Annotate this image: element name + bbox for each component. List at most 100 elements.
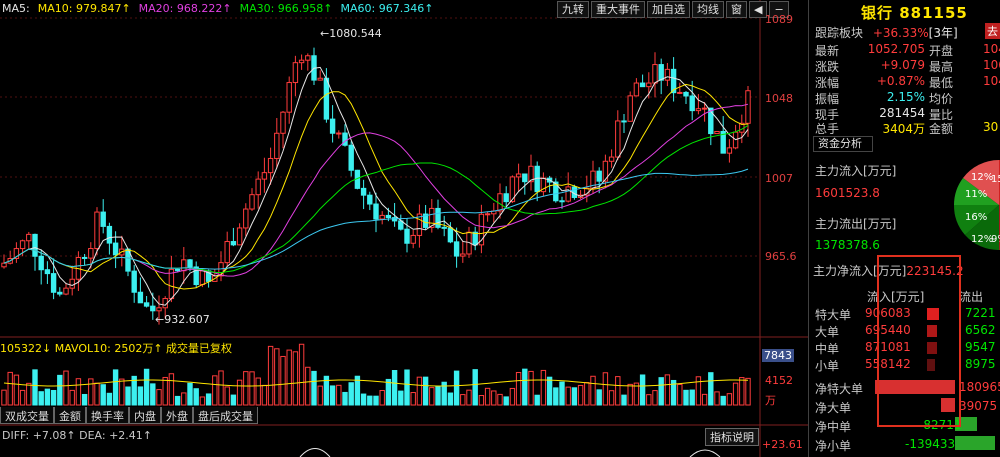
- volume-bar: [695, 376, 702, 406]
- window-button[interactable]: 窗: [726, 1, 747, 18]
- volume-bar: [565, 386, 571, 406]
- volume-bar: [236, 379, 243, 406]
- volume-bar: [94, 382, 100, 406]
- volume-bar: [292, 351, 299, 406]
- volume-bar: [534, 394, 540, 406]
- candle-body: [156, 307, 162, 312]
- volume-bar: [484, 387, 491, 406]
- candle-body: [652, 64, 658, 84]
- volume-bar: [187, 382, 193, 406]
- volume-bar: [522, 368, 528, 406]
- volume-bar: [515, 372, 522, 406]
- volume-bar: [627, 383, 633, 406]
- volume-bar: [540, 369, 547, 406]
- candle-body: [168, 268, 175, 300]
- volume-bar: [732, 382, 739, 406]
- tab-turnover[interactable]: 换手率: [86, 407, 129, 424]
- volume-bar: [329, 385, 336, 406]
- candle-body: [453, 241, 460, 257]
- net-row-xl: 净特大单180965: [815, 380, 1000, 396]
- net-row-m: 净中单 -82711: [815, 418, 962, 434]
- volume-bar: [174, 395, 181, 406]
- volume-bar: [336, 384, 342, 406]
- volume-bar: [119, 378, 125, 406]
- kline-chart-area[interactable]: MA5: MA10: 979.847↑ MA20: 968.222↑ MA30: 96…: [0, 0, 808, 457]
- moving-average-line: [3, 66, 749, 306]
- candle-body: [267, 157, 274, 174]
- volume-bar: [639, 374, 646, 406]
- volume-bar: [429, 387, 435, 406]
- candle-body: [367, 194, 373, 205]
- volume-bar: [205, 393, 212, 406]
- main-outflow-value: 1378378.6: [815, 238, 880, 252]
- capital-analysis-tab[interactable]: 资金分析: [813, 136, 873, 152]
- tab-after-hours[interactable]: 盘后成交量: [193, 407, 258, 424]
- candle-body: [230, 241, 237, 246]
- volume-bar: [317, 385, 323, 406]
- kline-chart[interactable]: [0, 0, 808, 457]
- volume-bar: [584, 382, 590, 406]
- volume-bar: [26, 382, 32, 406]
- volume-bar: [193, 388, 199, 406]
- volume-bar: [373, 395, 379, 406]
- pie-label-2: 11%: [965, 189, 987, 200]
- volume-bar: [143, 368, 150, 406]
- candle-body: [19, 240, 26, 250]
- candle-body: [379, 214, 385, 220]
- volume-bar: [701, 393, 708, 406]
- add-watchlist-button[interactable]: 加自选: [647, 1, 690, 18]
- volume-bar: [367, 395, 373, 406]
- volume-bar: [267, 345, 274, 406]
- volume-axis-top: 7843: [762, 349, 794, 362]
- candle-body: [714, 130, 720, 135]
- candle-body: [137, 291, 144, 304]
- volume-bar: [57, 374, 63, 406]
- nine-turn-button[interactable]: 九转: [557, 1, 589, 18]
- candle-body: [143, 302, 150, 307]
- pie-label-3: 16%: [965, 212, 987, 223]
- volume-legend: 105322↓ MAVOL10: 2502万↑ 成交量已复权: [0, 342, 233, 355]
- volume-bar: [447, 392, 454, 406]
- volume-tabs: 双成交量 金额 换手率 内盘 外盘 盘后成交量: [0, 407, 258, 424]
- volume-bar: [615, 376, 621, 406]
- volume-bar: [497, 393, 503, 406]
- ma60-label: MA60: 967.346↑: [340, 2, 434, 15]
- volume-bar: [602, 372, 609, 406]
- volume-bar: [708, 372, 714, 406]
- tab-inner[interactable]: 内盘: [129, 407, 161, 424]
- indicator-help-button[interactable]: 指标说明: [705, 428, 759, 446]
- candle-body: [342, 132, 348, 146]
- candle-body: [336, 132, 342, 135]
- ma-legend: MA5: MA10: 979.847↑ MA20: 968.222↑ MA30: 96…: [2, 2, 441, 15]
- volume-bar: [112, 369, 119, 406]
- volume-bar: [726, 393, 733, 406]
- major-events-button[interactable]: 重大事件: [591, 1, 645, 18]
- candle-body: [460, 253, 466, 257]
- volume-bar: [230, 394, 237, 406]
- macd-axis: +23.61: [762, 438, 803, 451]
- candle-body: [317, 77, 323, 81]
- volume-bar: [38, 391, 44, 406]
- volume-bar: [218, 370, 224, 406]
- volume-bar: [360, 393, 367, 406]
- tab-double-volume[interactable]: 双成交量: [0, 407, 54, 424]
- out-header: 流出: [959, 290, 984, 304]
- tab-amount[interactable]: 金额: [54, 407, 86, 424]
- candle-body: [695, 108, 702, 112]
- volume-bar: [385, 378, 392, 406]
- candle-body: [57, 291, 63, 295]
- track-go-button[interactable]: 去: [985, 23, 1000, 39]
- candle-body: [249, 194, 255, 210]
- quote-amplitude: 振幅 2.15% 均价: [815, 90, 954, 106]
- volume-bar: [509, 387, 516, 406]
- ma-button[interactable]: 均线: [692, 1, 724, 18]
- volume-bar: [199, 396, 206, 406]
- tab-outer[interactable]: 外盘: [161, 407, 193, 424]
- candle-body: [112, 242, 119, 256]
- volume-bar: [100, 384, 106, 406]
- volume-bar: [181, 392, 187, 406]
- volume-bar: [590, 375, 596, 406]
- volume-bar: [658, 377, 664, 406]
- volume-bar: [571, 387, 578, 406]
- volume-bar: [559, 381, 565, 406]
